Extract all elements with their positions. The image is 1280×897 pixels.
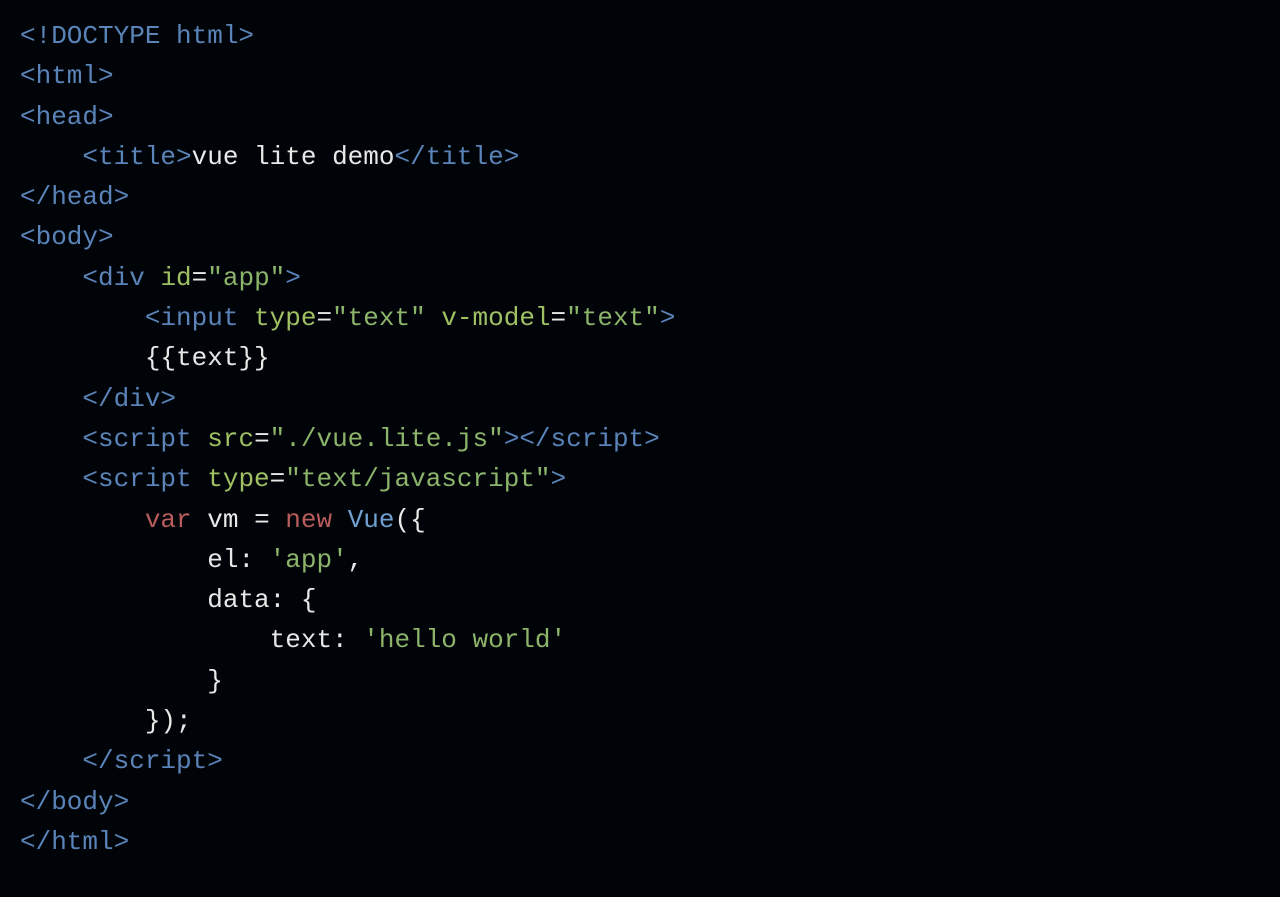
script-close-tag: </script>: [82, 746, 222, 776]
head-close-tag: </head>: [20, 182, 129, 212]
attr-vmodel: v-model: [441, 303, 550, 333]
html-open-tag: <html>: [20, 61, 114, 91]
val-text: "text": [332, 303, 426, 333]
vue-ctor: Vue: [332, 505, 394, 535]
attr-src: src: [207, 424, 254, 454]
gt: >: [504, 424, 520, 454]
div-close-tag: </div>: [82, 384, 176, 414]
title-close-tag: </title>: [394, 142, 519, 172]
equals: =: [270, 464, 286, 494]
comma: ,: [348, 545, 364, 575]
el-key: el:: [207, 545, 269, 575]
close-brace: }: [207, 666, 223, 696]
val-app: "app": [207, 263, 285, 293]
attr-type: type: [254, 303, 316, 333]
gt: >: [285, 263, 301, 293]
el-val: 'app': [270, 545, 348, 575]
head-open-tag: <head>: [20, 102, 114, 132]
div-open: <div: [82, 263, 160, 293]
data-key: data: {: [207, 585, 316, 615]
text-key: text:: [270, 625, 364, 655]
equals: =: [254, 424, 270, 454]
gt: >: [660, 303, 676, 333]
attr-id: id: [160, 263, 191, 293]
input-open: <input: [145, 303, 254, 333]
text-val: 'hello world': [363, 625, 566, 655]
val-type: "text/javascript": [285, 464, 550, 494]
close-invoke: });: [145, 706, 192, 736]
kw-var: var: [145, 505, 192, 535]
val-text2: "text": [566, 303, 660, 333]
equals: =: [192, 263, 208, 293]
var-vm: vm: [192, 505, 254, 535]
body-open-tag: <body>: [20, 222, 114, 252]
script-open: <script: [82, 464, 207, 494]
html-close-tag: </html>: [20, 827, 129, 857]
body-close-tag: </body>: [20, 787, 129, 817]
kw-new: new: [285, 505, 332, 535]
equals: =: [316, 303, 332, 333]
code-block: <!DOCTYPE html> <html> <head> <title>vue…: [20, 16, 1260, 862]
script-close-tag: </script>: [519, 424, 659, 454]
open-paren: ({: [395, 505, 426, 535]
mustache-text: {{text}}: [145, 343, 270, 373]
title-text: vue lite demo: [192, 142, 395, 172]
gt: >: [551, 464, 567, 494]
attr-type: type: [207, 464, 269, 494]
assign: =: [254, 505, 285, 535]
equals: =: [551, 303, 567, 333]
val-src: "./vue.lite.js": [270, 424, 504, 454]
script-open: <script: [82, 424, 207, 454]
doctype: <!DOCTYPE html>: [20, 21, 254, 51]
title-open-tag: <title>: [82, 142, 191, 172]
